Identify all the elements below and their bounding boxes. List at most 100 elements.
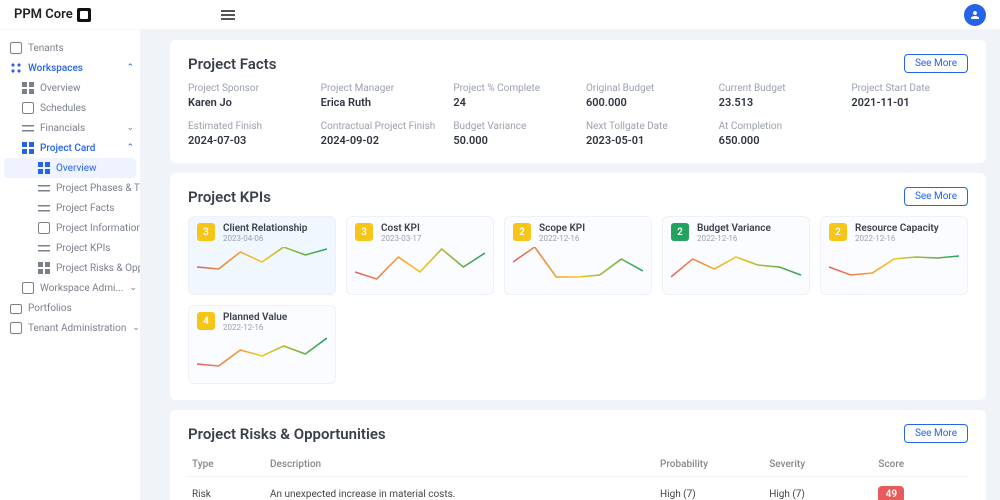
fact-label: Estimated Finish — [188, 121, 305, 132]
risks-table: Type Description Probability Severity Sc… — [188, 453, 968, 500]
sidebar-item-financials[interactable]: Financials⌄ — [0, 118, 140, 138]
sidebar-item-overview[interactable]: Overview — [0, 78, 140, 98]
kpi-card[interactable]: 2Resource Capacity2022-12-16 — [820, 216, 968, 295]
sidebar-item-workspaces[interactable]: Workspaces ⌃ — [0, 58, 140, 78]
sidebar-item-pc-overview[interactable]: Overview — [4, 158, 136, 178]
risks-see-more-button[interactable]: See More — [904, 424, 968, 443]
fact-label: Project Manager — [321, 83, 438, 94]
phases-icon — [38, 182, 50, 194]
fact-value: 650.000 — [719, 134, 836, 147]
sidebar-item-pc-facts[interactable]: Project Facts — [0, 198, 140, 218]
user-avatar[interactable] — [964, 4, 986, 26]
project-kpis-card: Project KPIs See More 3Client Relationsh… — [170, 173, 986, 400]
kpi-name: Resource Capacity — [855, 223, 939, 234]
tenants-icon — [10, 42, 22, 54]
sidebar-label: Project Phases & Tollg... — [56, 183, 140, 194]
fact-value: Karen Jo — [188, 96, 305, 109]
overview-icon — [38, 162, 50, 174]
kpi-date: 2022-12-16 — [697, 234, 771, 243]
fact-value: Erica Ruth — [321, 96, 438, 109]
kpi-card[interactable]: 4Planned Value2022-12-16 — [188, 305, 336, 384]
sidebar-label: Project Card — [40, 143, 95, 154]
sidebar-label: Workspace Admi... — [40, 283, 123, 294]
financials-icon — [22, 122, 34, 134]
sidebar-item-project-card[interactable]: Project Card ⌃ — [0, 138, 140, 158]
sidebar-item-ws-admin[interactable]: Workspace Admi...⌄ — [0, 278, 140, 298]
kpi-date: 2023-03-17 — [381, 234, 421, 243]
fact-label: Original Budget — [586, 83, 703, 94]
fact-label: Project Start Date — [851, 83, 968, 94]
risk-score: 49 — [874, 477, 968, 500]
brand-logo[interactable]: PPM Core — [14, 7, 91, 22]
fact-value: 600.000 — [586, 96, 703, 109]
chevron-down-icon: ⌄ — [126, 123, 134, 133]
fact-value: 23.513 — [719, 96, 836, 109]
admin-icon — [22, 282, 34, 294]
brand-icon — [77, 8, 91, 22]
kpi-name: Scope KPI — [539, 223, 585, 234]
kpi-sparkline — [197, 247, 327, 287]
sidebar-label: Workspaces — [28, 63, 83, 74]
fact-item: Estimated Finish 2024-07-03 — [188, 121, 305, 147]
topbar: PPM Core — [0, 0, 1000, 30]
schedules-icon — [22, 102, 34, 114]
fact-item: Project Manager Erica Ruth — [321, 83, 438, 109]
sidebar-label: Project Facts — [56, 203, 114, 214]
risk-desc: An unexpected increase in material costs… — [266, 477, 656, 500]
risks-icon — [38, 262, 50, 274]
fact-label: Project % Complete — [453, 83, 570, 94]
sidebar-label: Project KPIs — [56, 243, 110, 254]
sidebar-item-tenant-admin[interactable]: Tenant Administration⌄ — [0, 318, 140, 338]
project-risks-card: Project Risks & Opportunities See More T… — [170, 410, 986, 500]
sidebar-item-tenants[interactable]: Tenants — [0, 38, 140, 58]
kpi-sparkline — [355, 247, 485, 287]
sidebar-label: Tenants — [28, 43, 64, 54]
col-score: Score — [874, 453, 968, 477]
fact-value: 2024-09-02 — [321, 134, 438, 147]
fact-label: Next Tollgate Date — [586, 121, 703, 132]
kpi-card[interactable]: 2 Scope KPI2022-12-16 — [504, 216, 652, 295]
fact-value: 2024-07-03 — [188, 134, 305, 147]
kpi-date: 2022-12-16 — [855, 234, 939, 243]
menu-toggle-icon[interactable] — [221, 8, 235, 22]
sidebar-label: Project Risks & Opport... — [56, 263, 140, 274]
sidebar-item-portfolios[interactable]: Portfolios — [0, 298, 140, 318]
chevron-down-icon: ⌄ — [132, 323, 140, 333]
info-icon — [38, 222, 50, 234]
kpi-date: 2022-12-16 — [223, 323, 287, 332]
chevron-up-icon: ⌃ — [126, 63, 134, 73]
fact-item: Project % Complete24 — [453, 83, 570, 109]
risk-sev: High (7) — [765, 477, 874, 500]
brand-name: PPM Core — [14, 7, 73, 22]
kpi-score-badge: 2 — [513, 223, 531, 241]
kpi-score-badge: 3 — [197, 223, 215, 241]
tenant-admin-icon — [10, 322, 22, 334]
sidebar-item-schedules[interactable]: Schedules — [0, 98, 140, 118]
kpi-card[interactable]: 2 Budget Variance2022-12-16 — [662, 216, 810, 295]
chevron-up-icon: ⌃ — [126, 143, 134, 153]
fact-item: Project Start Date2021-11-01 — [851, 83, 968, 109]
kpi-name: Budget Variance — [697, 223, 771, 234]
kpi-score-badge: 4 — [197, 312, 215, 330]
table-row[interactable]: RiskAn unexpected increase in material c… — [188, 477, 968, 500]
sidebar-item-pc-kpis[interactable]: Project KPIs — [0, 238, 140, 258]
kpi-score-badge: 2 — [671, 223, 689, 241]
main-content: Project Facts See More Project SponsorKa… — [140, 30, 1000, 500]
sidebar-item-pc-risks[interactable]: Project Risks & Opport... — [0, 258, 140, 278]
kpi-sparkline — [197, 336, 327, 376]
kpis-see-more-button[interactable]: See More — [904, 187, 968, 206]
fact-item: Contractual Project Finish2024-09-02 — [321, 121, 438, 147]
kpi-card[interactable]: 3Client Relationship2023-04-06 — [188, 216, 336, 295]
fact-value: 2023-05-01 — [586, 134, 703, 147]
portfolios-icon — [10, 304, 22, 314]
kpi-card[interactable]: 3Cost KPI2023-03-17 — [346, 216, 494, 295]
kpi-date: 2022-12-16 — [539, 234, 585, 243]
user-icon — [969, 9, 981, 21]
sidebar-item-pc-info[interactable]: Project Information — [0, 218, 140, 238]
sidebar-item-pc-phases[interactable]: Project Phases & Tollg... — [0, 178, 140, 198]
kpis-title: Project KPIs — [188, 188, 271, 206]
facts-see-more-button[interactable]: See More — [904, 54, 968, 73]
sidebar: Tenants Workspaces ⌃ Overview Schedules F… — [0, 30, 140, 500]
project-facts-card: Project Facts See More Project SponsorKa… — [170, 40, 986, 163]
workspaces-icon — [10, 62, 22, 74]
